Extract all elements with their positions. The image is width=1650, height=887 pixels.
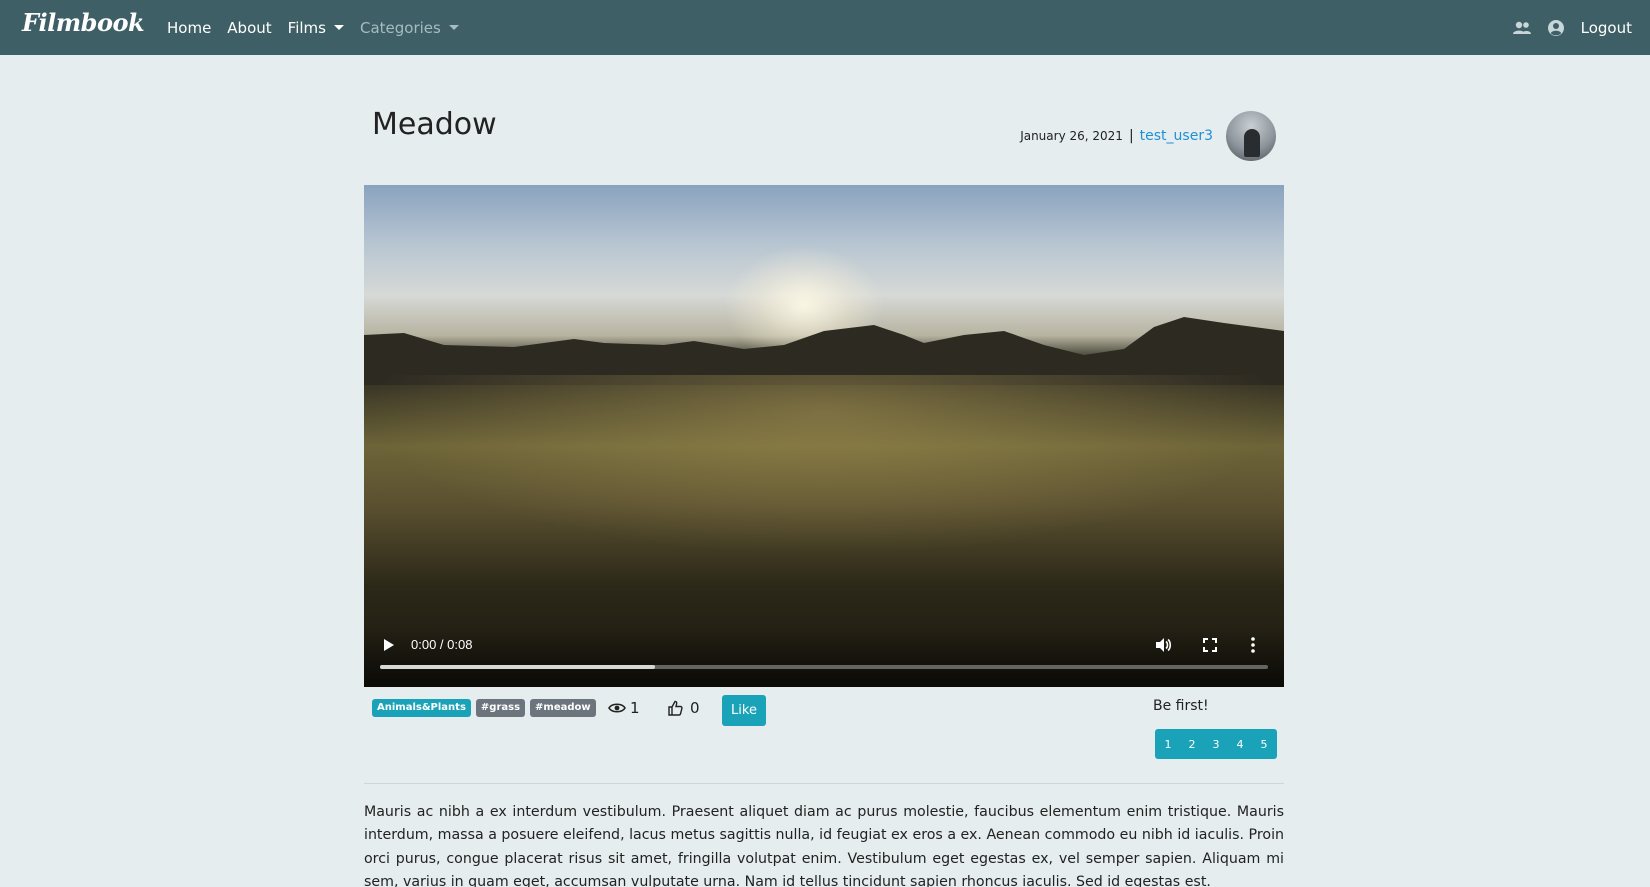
- eye-icon: [608, 703, 626, 713]
- video-controls-bar: [364, 627, 1284, 687]
- film-date: January 26, 2021: [1020, 129, 1123, 143]
- film-title: Meadow: [372, 107, 497, 142]
- nav-home-label: Home: [167, 18, 212, 37]
- caret-down-icon: [448, 25, 459, 30]
- nav-links: Home About Films Categories: [167, 0, 475, 55]
- likes-value: 0: [690, 699, 700, 717]
- video-buffered-fill: [380, 665, 656, 669]
- video-frame-hills: [364, 317, 1284, 385]
- hashtag-tag[interactable]: #meadow: [530, 699, 596, 717]
- video-frame-grass: [364, 375, 1284, 555]
- hashtag-tag[interactable]: #grass: [475, 699, 526, 717]
- nav-about[interactable]: About: [227, 19, 271, 37]
- user-circle-icon[interactable]: [1545, 17, 1567, 39]
- nav-about-label: About: [227, 18, 272, 37]
- tag-list: Animals&Plants #grass #meadow: [372, 699, 601, 717]
- nav-categories-dropdown[interactable]: Categories: [360, 19, 459, 37]
- caret-down-icon: [333, 25, 344, 30]
- views-count: 1: [608, 699, 640, 717]
- video-time: 0:00 / 0:08: [411, 637, 473, 652]
- views-value: 1: [630, 699, 640, 717]
- video-player[interactable]: 0:00 / 0:08: [364, 185, 1284, 687]
- likes-count: 0: [667, 699, 700, 717]
- like-button[interactable]: Like: [722, 695, 766, 726]
- nav-films-label: Films: [287, 18, 326, 37]
- navbar: Filmbook Home About Films Categories Log…: [0, 0, 1650, 55]
- video-progress-bar[interactable]: [380, 665, 1268, 669]
- more-options-icon[interactable]: [1249, 636, 1257, 654]
- rating-option-1[interactable]: 1: [1156, 730, 1180, 758]
- rating-option-4[interactable]: 4: [1228, 730, 1252, 758]
- film-meta: January 26, 2021 | test_user3: [1020, 111, 1276, 161]
- users-icon[interactable]: [1511, 17, 1533, 39]
- rating-option-3[interactable]: 3: [1204, 730, 1228, 758]
- thumbs-up-icon: [668, 700, 683, 716]
- nav-categories-label: Categories: [359, 18, 441, 37]
- nav-films-dropdown[interactable]: Films: [288, 19, 344, 37]
- nav-home[interactable]: Home: [167, 19, 211, 37]
- author-avatar[interactable]: [1226, 111, 1276, 161]
- logout-link[interactable]: Logout: [1581, 19, 1632, 37]
- brand-logo[interactable]: Filmbook: [22, 8, 145, 37]
- fullscreen-icon[interactable]: [1202, 637, 1218, 653]
- rating-selector: 1 2 3 4 5: [1155, 729, 1277, 759]
- rating-option-5[interactable]: 5: [1252, 730, 1276, 758]
- volume-icon[interactable]: [1154, 637, 1172, 653]
- author-link[interactable]: test_user3: [1140, 128, 1213, 144]
- category-tag[interactable]: Animals&Plants: [372, 699, 471, 717]
- nav-right: Logout: [1499, 0, 1632, 55]
- section-divider: [364, 783, 1284, 784]
- rating-option-2[interactable]: 2: [1180, 730, 1204, 758]
- film-description: Mauris ac nibh a ex interdum vestibulum.…: [364, 804, 1284, 887]
- play-icon[interactable]: [380, 637, 396, 653]
- meta-separator: |: [1128, 128, 1134, 144]
- rating-prompt: Be first!: [1153, 698, 1209, 714]
